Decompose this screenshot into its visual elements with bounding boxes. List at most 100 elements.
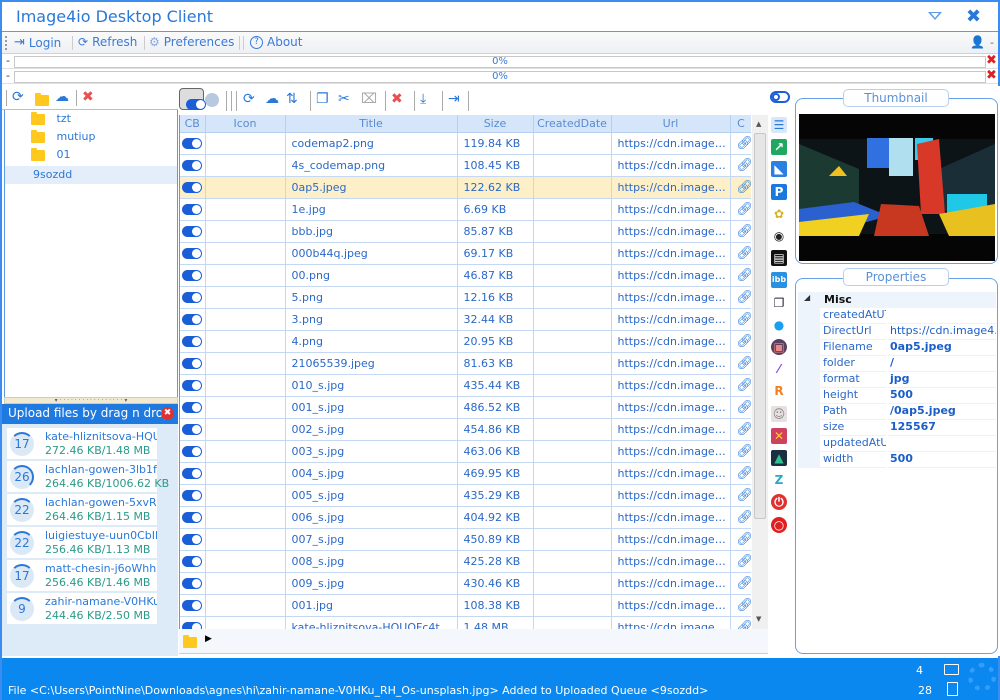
copy-cell[interactable]: 🔗︎	[730, 132, 752, 155]
toggle-checkbox[interactable]	[182, 204, 202, 215]
property-row[interactable]: Filename 0ap5.jpeg	[798, 340, 996, 356]
link-icon[interactable]: 🔗︎	[737, 576, 752, 591]
link-icon[interactable]: 🔗︎	[737, 598, 752, 613]
copy-cell[interactable]: 🔗︎	[730, 264, 752, 287]
close-icon[interactable]: ✖	[966, 6, 981, 27]
cb-cell[interactable]	[180, 616, 206, 629]
table-row[interactable]: 006_s.jpg 404.92 KB https://cdn.image4.i…	[180, 506, 752, 529]
cb-cell[interactable]	[180, 198, 206, 221]
copy-cell[interactable]: 🔗︎	[730, 286, 751, 309]
property-value[interactable]: /	[888, 356, 996, 372]
property-row[interactable]: Path/0ap5.jpeg	[798, 404, 996, 420]
sort-icon[interactable]: ⇅	[286, 91, 298, 107]
pane-splitter[interactable]: ▾ · · · · · · · · · · · · · · · · · ▾	[4, 397, 178, 404]
property-value[interactable]: 500	[888, 388, 996, 404]
tree-item[interactable]: mutiup	[5, 129, 177, 148]
link-icon[interactable]: 🔗︎	[737, 378, 752, 393]
copy-cell[interactable]: 🔗︎	[730, 176, 752, 199]
copy-cell[interactable]: 🔗︎	[730, 440, 751, 463]
refresh-icon[interactable]: ⟳	[12, 89, 24, 105]
table-row[interactable]: 010_s.jpg 435.44 KB https://cdn.image4.i…	[180, 374, 752, 397]
upload-item[interactable]: 22 luigiestuye-uun0CbIKW 256.46 KB/1.13 …	[7, 527, 157, 558]
share-icon[interactable]: ↗	[771, 139, 787, 156]
ibb-icon[interactable]: ibb	[771, 272, 787, 289]
cb-cell[interactable]	[180, 506, 206, 529]
copy-cell[interactable]: 🔗︎	[730, 506, 752, 529]
tree-item[interactable]: 01	[5, 147, 177, 166]
x-service-icon[interactable]: ✕	[771, 427, 787, 444]
link-icon[interactable]: 🔗︎	[737, 180, 752, 195]
copy-cell[interactable]: 🔗︎	[730, 154, 751, 177]
property-value[interactable]	[888, 436, 996, 452]
table-row[interactable]: 3.png 32.44 KB https://cdn.image4.i... 🔗…	[180, 308, 751, 331]
table-row[interactable]: 1e.jpg 6.69 KB https://cdn.image4.i... 🔗…	[180, 198, 751, 221]
copy-cell[interactable]: 🔗︎	[730, 550, 751, 573]
toggle-checkbox[interactable]	[182, 292, 202, 303]
toggle-checkbox[interactable]	[182, 138, 202, 149]
about-button[interactable]: ? About	[250, 35, 302, 49]
column-header-title[interactable]: Title	[285, 115, 458, 133]
link-icon[interactable]: 🔗︎	[737, 400, 752, 415]
column-header-cb[interactable]: CB	[180, 115, 206, 133]
r-service-icon[interactable]: R	[771, 383, 787, 400]
property-row[interactable]: size 125567	[798, 420, 996, 436]
table-row[interactable]: 4s_codemap.png 108.45 KB https://cdn.ima…	[180, 154, 751, 177]
cb-cell[interactable]	[180, 396, 206, 419]
scroll-up-icon[interactable]: ▲	[756, 120, 761, 128]
property-value[interactable]: 0ap5.jpeg	[888, 340, 996, 356]
minimize-icon[interactable]	[928, 12, 942, 20]
record-icon[interactable]: ○	[771, 516, 787, 533]
cb-cell[interactable]	[180, 484, 206, 507]
toggle-checkbox[interactable]	[182, 182, 202, 193]
cb-cell[interactable]	[180, 308, 206, 331]
link-icon[interactable]: 🔗︎	[737, 488, 752, 503]
table-row[interactable]: 0ap5.jpeg 122.62 KB https://cdn.image4.i…	[180, 176, 752, 199]
cb-cell[interactable]	[180, 440, 206, 463]
toggle-checkbox[interactable]	[182, 358, 202, 369]
user-icon[interactable]: 👤	[970, 35, 985, 49]
link-icon[interactable]: 🔗︎	[737, 510, 752, 525]
upload-item[interactable]: 22 lachlan-gowen-5xvRM6 264.46 KB/1.15 M…	[7, 494, 157, 525]
upload-cloud-icon[interactable]: ☁	[55, 89, 69, 105]
delete-icon[interactable]: ✖	[391, 91, 403, 107]
upload-cloud-icon[interactable]: ☁	[265, 91, 279, 107]
link-icon[interactable]: 🔗︎	[737, 268, 752, 283]
cb-cell[interactable]	[180, 220, 206, 243]
toggle-checkbox[interactable]	[182, 160, 202, 171]
upload-item[interactable]: 26 lachlan-gowen-3lb1frFZ 264.46 KB/1006…	[7, 461, 169, 492]
copy-cell[interactable]: 🔗︎	[730, 220, 751, 243]
copy-cell[interactable]: 🔗︎	[730, 308, 751, 331]
tree-item-root[interactable]: 9sozdd	[5, 166, 177, 184]
cb-cell[interactable]	[180, 594, 206, 617]
breadcrumb-arrow-icon[interactable]: ▶	[205, 634, 212, 644]
column-header-created-date[interactable]: CreatedDate	[533, 115, 612, 133]
upload-item[interactable]: 9 zahir-namane-V0HKu_R 244.46 KB/2.50 MB	[7, 593, 157, 624]
link-icon[interactable]: 🔗︎	[737, 532, 752, 547]
film-icon[interactable]: ▤	[771, 250, 787, 267]
power-icon[interactable]: ⏻	[771, 494, 787, 511]
property-row[interactable]: DirectUrl https://cdn.image4.io	[798, 324, 996, 340]
table-row[interactable]: 4.png 20.95 KB https://cdn.image4.i... 🔗…	[180, 330, 752, 353]
copy-cell[interactable]: 🔗︎	[730, 396, 752, 419]
cb-cell[interactable]	[180, 352, 206, 375]
cb-cell[interactable]	[180, 264, 206, 287]
copy-cell[interactable]: 🔗︎	[730, 198, 751, 221]
settings-sliders-icon[interactable]: ☰	[771, 117, 787, 133]
link-icon[interactable]: 🔗︎	[737, 136, 752, 151]
copy-cell[interactable]: 🔗︎	[730, 462, 751, 485]
link-icon[interactable]: 🔗︎	[737, 334, 752, 349]
table-row[interactable]: 007_s.jpg 450.89 KB https://cdn.image4.i…	[180, 528, 752, 551]
copy-cell[interactable]: 🔗︎	[730, 352, 751, 375]
column-header-size[interactable]: Size	[457, 115, 534, 133]
property-value[interactable]	[888, 308, 996, 324]
column-header-copy[interactable]: C	[730, 115, 751, 133]
property-value[interactable]: jpg	[888, 372, 996, 388]
property-value[interactable]: /0ap5.jpeg	[888, 404, 996, 420]
table-row[interactable]: 002_s.jpg 454.86 KB https://cdn.image4.i…	[180, 418, 751, 441]
toggle-checkbox[interactable]	[182, 468, 202, 479]
tree-item[interactable]: tzt	[5, 111, 177, 130]
property-category[interactable]: ◢ Misc	[798, 292, 996, 308]
anime-icon[interactable]: ☺	[771, 405, 787, 422]
copy-icon[interactable]: ❐	[316, 91, 329, 107]
toggle-checkbox[interactable]	[182, 270, 202, 281]
